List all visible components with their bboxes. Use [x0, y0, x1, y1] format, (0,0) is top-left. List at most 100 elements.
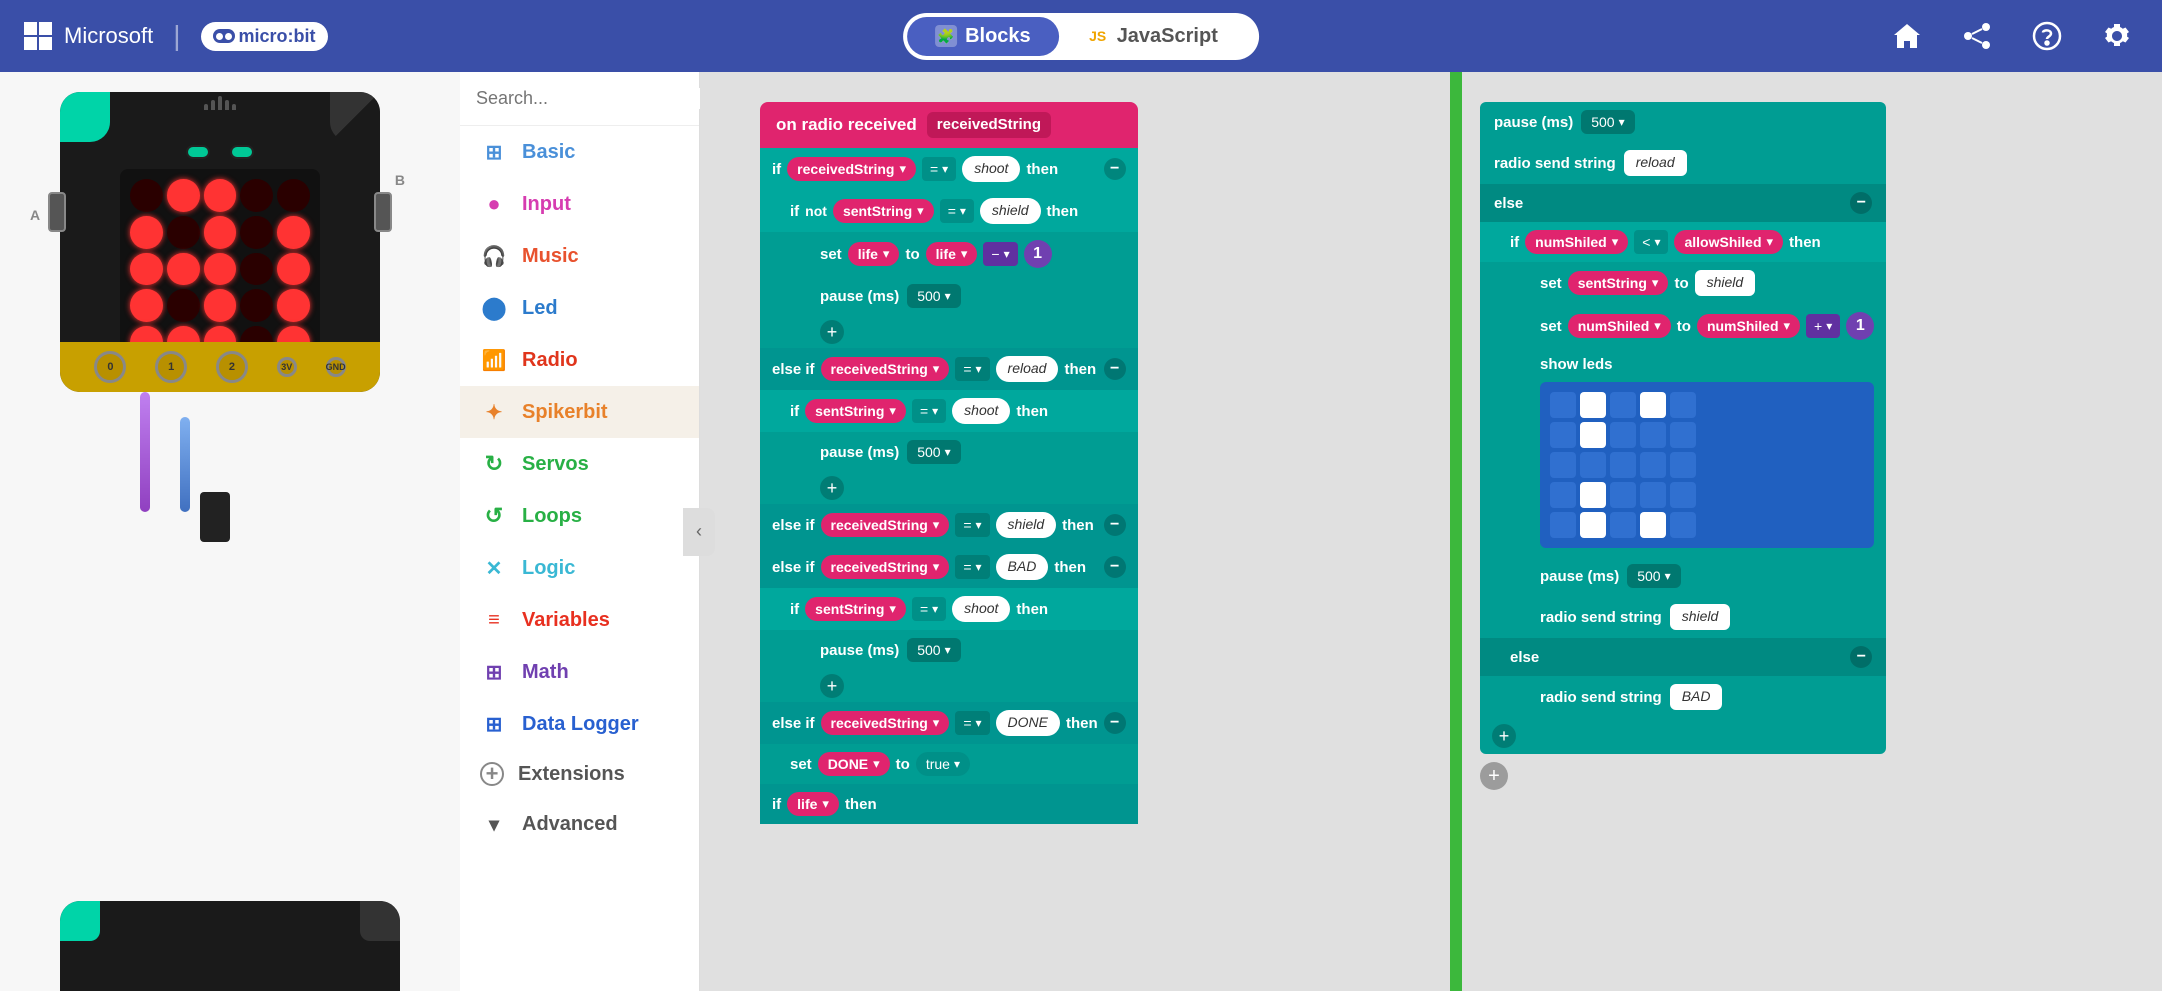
- pause-block-3[interactable]: pause (ms) 500 ▾: [760, 630, 1138, 670]
- block-canvas-area[interactable]: on radio received receivedString if rece…: [700, 72, 2162, 991]
- pause-block-1[interactable]: pause (ms) 500 ▾: [760, 276, 1138, 316]
- r-pause-value-1[interactable]: 500 ▾: [1581, 110, 1634, 134]
- sidebar-item-radio[interactable]: 📶 Radio: [460, 334, 699, 386]
- r-if-numshiled-block[interactable]: if numShiled ▾ < ▾ allowShiled ▾ then: [1480, 222, 1886, 262]
- sent-string-var-2[interactable]: sentString ▾: [805, 399, 906, 423]
- sent-string-var-3[interactable]: sentString ▾: [805, 597, 906, 621]
- r-lt-op[interactable]: < ▾: [1634, 230, 1668, 254]
- else-if-bad-block[interactable]: else if receivedString ▾ = ▾ BAD then −: [760, 546, 1138, 588]
- r-pause-block-1[interactable]: pause (ms) 500 ▾: [1480, 102, 1886, 142]
- collapse-btn-3[interactable]: −: [1104, 514, 1126, 536]
- pause-value-2[interactable]: 500 ▾: [907, 440, 960, 464]
- pause-block-2[interactable]: pause (ms) 500 ▾: [760, 432, 1138, 472]
- search-input[interactable]: [476, 88, 708, 109]
- pause-value-1[interactable]: 500 ▾: [907, 284, 960, 308]
- tab-dropdown-arrow[interactable]: ▾: [1218, 26, 1227, 47]
- help-button[interactable]: [2026, 15, 2068, 57]
- tab-javascript-label: JavaScript: [1117, 25, 1218, 48]
- r-pause-value-2[interactable]: 500 ▾: [1627, 564, 1680, 588]
- set-life-block[interactable]: set life ▾ to life ▾ − ▾ 1: [760, 232, 1138, 276]
- if-sent-shoot-block-2[interactable]: if sentString ▾ = ▾ shoot then: [760, 588, 1138, 630]
- sidebar-item-servos[interactable]: ↻ Servos: [460, 438, 699, 490]
- else-if-done-block[interactable]: else if receivedString ▾ = ▾ DONE then −: [760, 702, 1138, 744]
- sidebar-item-loops[interactable]: ↺ Loops: [460, 490, 699, 542]
- plus-btn-2[interactable]: +: [820, 476, 844, 500]
- home-button[interactable]: [1886, 15, 1928, 57]
- collapse-btn-4[interactable]: −: [1104, 556, 1126, 578]
- collapse-btn-2[interactable]: −: [1104, 358, 1126, 380]
- r-numshiled-var[interactable]: numShiled ▾: [1525, 230, 1628, 254]
- if-life-block[interactable]: if life ▾ then: [760, 784, 1138, 824]
- eq-op-4[interactable]: = ▾: [912, 399, 946, 423]
- r-numshiled-dropdown[interactable]: numShiled ▾: [1568, 314, 1671, 338]
- sidebar-item-input[interactable]: ● Input: [460, 178, 699, 230]
- button-b[interactable]: [374, 192, 392, 232]
- if-not-shield-block[interactable]: if not sentString ▾ = ▾ shield then: [760, 190, 1138, 232]
- done-var-dropdown[interactable]: DONE ▾: [818, 752, 890, 776]
- share-button[interactable]: [1956, 15, 1998, 57]
- plus-btn-1[interactable]: +: [820, 320, 844, 344]
- r-collapse-else-1[interactable]: −: [1850, 192, 1872, 214]
- sidebar-item-advanced[interactable]: ▾ Advanced: [460, 798, 699, 850]
- hat-block[interactable]: on radio received receivedString: [760, 102, 1138, 148]
- sidebar-item-spikerbit[interactable]: ✦ Spikerbit: [460, 386, 699, 438]
- life-var-2[interactable]: life ▾: [787, 792, 839, 816]
- r-radio-send-reload[interactable]: radio send string reload: [1480, 142, 1886, 184]
- set-done-block[interactable]: set DONE ▾ to true ▾: [760, 744, 1138, 784]
- expand-1[interactable]: −: [1104, 158, 1126, 180]
- life-val-dropdown[interactable]: life ▾: [926, 242, 978, 266]
- sidebar-item-data-logger[interactable]: ⊞ Data Logger: [460, 698, 699, 750]
- r-show-leds-block[interactable]: show leds: [1480, 348, 1886, 556]
- pause-value-3[interactable]: 500 ▾: [907, 638, 960, 662]
- r-collapse-else-2[interactable]: −: [1850, 646, 1872, 668]
- r-pause-block-2[interactable]: pause (ms) 500 ▾: [1480, 556, 1886, 596]
- plus-btn-3[interactable]: +: [820, 674, 844, 698]
- eq-op-8[interactable]: = ▾: [955, 711, 989, 735]
- received-string-var-2[interactable]: receivedString ▾: [821, 357, 950, 381]
- eq-op-3[interactable]: = ▾: [955, 357, 989, 381]
- else-if-reload-block[interactable]: else if receivedString ▾ = ▾ reload then: [760, 348, 1138, 390]
- life-var-dropdown[interactable]: life ▾: [848, 242, 900, 266]
- r-radio-send-bad[interactable]: radio send string BAD: [1480, 676, 1886, 718]
- r-allowshiled-var[interactable]: allowShiled ▾: [1674, 230, 1783, 254]
- true-dropdown[interactable]: true ▾: [916, 752, 970, 776]
- sidebar-item-logic[interactable]: ✕ Logic: [460, 542, 699, 594]
- r-bottom-plus-btn[interactable]: +: [1480, 762, 1508, 790]
- r-plus-op[interactable]: + ▾: [1806, 314, 1840, 338]
- r-sentstring-dropdown[interactable]: sentString ▾: [1568, 271, 1669, 295]
- else-if-shield-block[interactable]: else if receivedString ▾ = ▾ shield then: [760, 504, 1138, 546]
- r-numshiled-val-2[interactable]: numShiled ▾: [1697, 314, 1800, 338]
- eq-op-5[interactable]: = ▾: [955, 513, 989, 537]
- minus-op[interactable]: − ▾: [983, 242, 1017, 266]
- eq-op-7[interactable]: = ▾: [912, 597, 946, 621]
- received-string-var-5[interactable]: receivedString ▾: [821, 711, 950, 735]
- eq-op-2[interactable]: = ▾: [940, 199, 974, 223]
- sidebar-collapse-toggle[interactable]: ‹: [683, 508, 715, 556]
- if-sent-shoot-block[interactable]: if sentString ▾ = ▾ shoot then: [760, 390, 1138, 432]
- block-workspace[interactable]: on radio received receivedString if rece…: [700, 72, 2162, 991]
- sidebar-item-math[interactable]: ⊞ Math: [460, 646, 699, 698]
- tab-javascript[interactable]: JS JavaScript ▾: [1059, 17, 1255, 56]
- sidebar-item-extensions[interactable]: + Extensions: [460, 750, 699, 798]
- r-radio-send-shield[interactable]: radio send string shield: [1480, 596, 1886, 638]
- tab-blocks[interactable]: 🧩 Blocks: [907, 17, 1059, 56]
- button-a[interactable]: [48, 192, 66, 232]
- eq-op-6[interactable]: = ▾: [955, 555, 989, 579]
- received-string-var-3[interactable]: receivedString ▾: [821, 513, 950, 537]
- microbit-logo[interactable]: micro:bit: [201, 22, 328, 51]
- collapse-btn-5[interactable]: −: [1104, 712, 1126, 734]
- sidebar-item-led[interactable]: ⬤ Led: [460, 282, 699, 334]
- received-string-var-4[interactable]: receivedString ▾: [821, 555, 950, 579]
- sidebar-item-music[interactable]: 🎧 Music: [460, 230, 699, 282]
- sidebar-item-variables[interactable]: ≡ Variables: [460, 594, 699, 646]
- sent-string-var[interactable]: sentString ▾: [833, 199, 934, 223]
- settings-button[interactable]: [2096, 15, 2138, 57]
- received-string-var-1[interactable]: receivedString ▾: [787, 157, 916, 181]
- eq-op-1[interactable]: = ▾: [922, 157, 956, 181]
- r-set-numshiled-block[interactable]: set numShiled ▾ to numShiled ▾ + ▾: [1480, 304, 1886, 348]
- sidebar-item-basic[interactable]: ⊞ Basic: [460, 126, 699, 178]
- r-set-sentstring-shield[interactable]: set sentString ▾ to shield: [1480, 262, 1886, 304]
- if-shoot-block[interactable]: if receivedString ▾ = ▾ shoot then −: [760, 148, 1138, 190]
- sidebar-scroll[interactable]: ⊞ Basic ● Input 🎧 Music ⬤ Led 📶 Radio ✦: [460, 126, 699, 991]
- r-plus-btn[interactable]: +: [1492, 724, 1516, 748]
